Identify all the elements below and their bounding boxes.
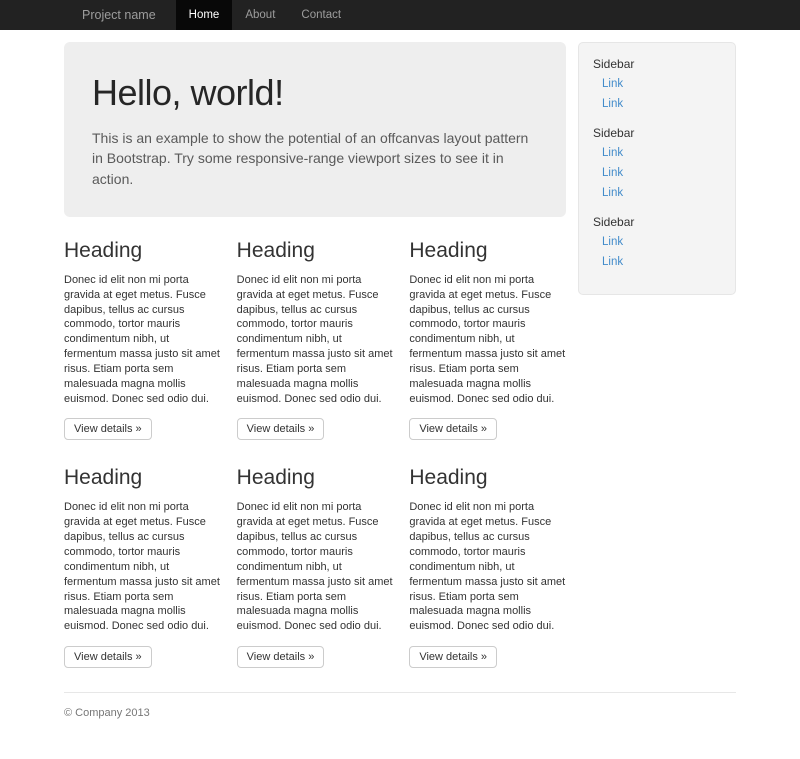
- card-heading: Heading: [64, 239, 221, 263]
- nav-item-contact[interactable]: Contact: [288, 0, 354, 30]
- card-heading: Heading: [409, 466, 566, 490]
- sidebar-group-title: Sidebar: [593, 215, 721, 229]
- cards-row-1: Heading Donec id elit non mi porta gravi…: [64, 239, 566, 441]
- sidebar-group-title: Sidebar: [593, 57, 721, 71]
- card-heading: Heading: [237, 239, 394, 263]
- jumbotron-text: This is an example to show the potential…: [92, 128, 532, 189]
- content-card: Heading Donec id elit non mi porta gravi…: [409, 239, 566, 441]
- content-card: Heading Donec id elit non mi porta gravi…: [64, 466, 221, 668]
- sidebar-link[interactable]: Link: [593, 232, 721, 252]
- sidebar-group-2: Sidebar Link Link Link: [593, 126, 721, 203]
- cards-row-2: Heading Donec id elit non mi porta gravi…: [64, 466, 566, 668]
- sidebar: Sidebar Link Link Sidebar Link Link Link…: [578, 42, 736, 295]
- card-body-text: Donec id elit non mi porta gravida at eg…: [64, 273, 221, 407]
- brand-link[interactable]: Project name: [64, 0, 176, 30]
- nav-item-about[interactable]: About: [232, 0, 288, 30]
- content-row: Hello, world! This is an example to show…: [64, 30, 736, 668]
- copyright-text: © Company 2013: [64, 707, 736, 719]
- sidebar-group-3: Sidebar Link Link: [593, 215, 721, 272]
- card-heading: Heading: [237, 466, 394, 490]
- sidebar-link[interactable]: Link: [593, 143, 721, 163]
- view-details-button[interactable]: View details »: [237, 418, 325, 440]
- view-details-button[interactable]: View details »: [409, 418, 497, 440]
- page-container: Hello, world! This is an example to show…: [64, 30, 736, 759]
- card-heading: Heading: [64, 466, 221, 490]
- navbar: Project name Home About Contact: [0, 0, 800, 30]
- card-body-text: Donec id elit non mi porta gravida at eg…: [409, 500, 566, 634]
- sidebar-link[interactable]: Link: [593, 183, 721, 203]
- content-card: Heading Donec id elit non mi porta gravi…: [409, 466, 566, 668]
- footer-divider: [64, 692, 736, 693]
- content-card: Heading Donec id elit non mi porta gravi…: [237, 466, 394, 668]
- sidebar-link[interactable]: Link: [593, 74, 721, 94]
- view-details-button[interactable]: View details »: [409, 646, 497, 668]
- nav-item-home[interactable]: Home: [176, 0, 233, 30]
- main-column: Hello, world! This is an example to show…: [64, 30, 566, 668]
- jumbotron: Hello, world! This is an example to show…: [64, 42, 566, 217]
- sidebar-link[interactable]: Link: [593, 94, 721, 114]
- card-body-text: Donec id elit non mi porta gravida at eg…: [237, 500, 394, 634]
- sidebar-group-title: Sidebar: [593, 126, 721, 140]
- sidebar-link[interactable]: Link: [593, 252, 721, 272]
- navbar-inner: Project name Home About Contact: [64, 0, 736, 30]
- card-body-text: Donec id elit non mi porta gravida at eg…: [409, 273, 566, 407]
- view-details-button[interactable]: View details »: [64, 646, 152, 668]
- sidebar-link[interactable]: Link: [593, 163, 721, 183]
- card-heading: Heading: [409, 239, 566, 263]
- view-details-button[interactable]: View details »: [64, 418, 152, 440]
- page-title: Hello, world!: [92, 72, 538, 114]
- content-card: Heading Donec id elit non mi porta gravi…: [237, 239, 394, 441]
- sidebar-group-1: Sidebar Link Link: [593, 57, 721, 114]
- card-body-text: Donec id elit non mi porta gravida at eg…: [237, 273, 394, 407]
- content-card: Heading Donec id elit non mi porta gravi…: [64, 239, 221, 441]
- card-body-text: Donec id elit non mi porta gravida at eg…: [64, 500, 221, 634]
- footer: © Company 2013: [64, 692, 736, 759]
- view-details-button[interactable]: View details »: [237, 646, 325, 668]
